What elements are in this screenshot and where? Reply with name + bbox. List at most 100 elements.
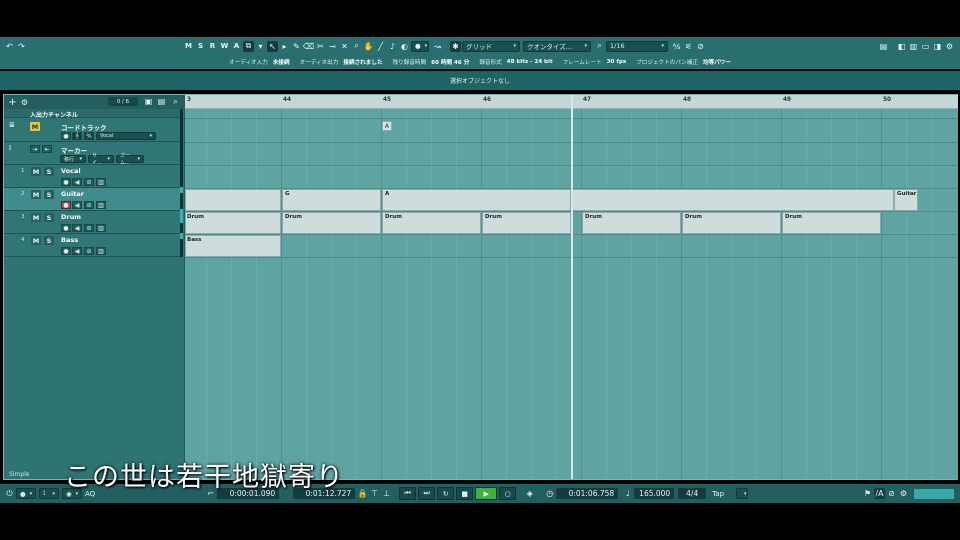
project-cursor[interactable] (571, 95, 573, 479)
track-guitar[interactable]: 𝍗 2 M S Guitar ● ◀ ⊘ ▥ (4, 188, 180, 211)
marker-add-icon[interactable]: ⇤ (42, 145, 52, 153)
chord-read-icon[interactable]: ● (61, 132, 71, 140)
midi-part-guitar[interactable]: Guitar (894, 189, 918, 211)
track-bass[interactable]: 𝍗 4 M S Bass ● ◀ ⊘ ▥ (4, 234, 180, 257)
edit-instrument-icon[interactable]: ▥ (96, 201, 106, 209)
input-dropdown[interactable]: ⟟ ▾ (39, 488, 59, 499)
midi-part-drum[interactable]: Drum (282, 212, 381, 234)
monitor-icon[interactable]: ◀ (72, 201, 82, 209)
audio-input-value[interactable]: 未接続 (273, 58, 290, 66)
play-tool-icon[interactable]: ♪ (387, 41, 398, 52)
disable-icon[interactable]: ⊘ (886, 488, 897, 499)
marker-cycle-icon[interactable]: ⇥ (30, 145, 40, 153)
stop-button[interactable]: ■ (456, 487, 473, 500)
visibility-icon[interactable]: ▣ (143, 96, 154, 107)
chord-voicing-icon[interactable]: 𝄞 (72, 132, 82, 140)
mute-button[interactable]: M (31, 190, 41, 199)
lock-icon[interactable]: 🔒 (357, 488, 368, 499)
track-name[interactable]: Vocal (61, 167, 81, 175)
midi-part-drum[interactable]: Drum (682, 212, 781, 234)
chord-mute-button[interactable]: M (30, 122, 40, 131)
monitor-icon[interactable]: ◀ (72, 178, 82, 186)
track-vocal[interactable]: 𝍗 1 M S Vocal ● ◀ ⊘ ▥ (4, 165, 180, 188)
track-list-menu-icon[interactable]: ▤ (156, 96, 167, 107)
signature-display[interactable]: 4/4 (678, 488, 706, 499)
record-format-value[interactable]: 48 kHz - 24 bit (507, 59, 553, 65)
mute-tool-icon[interactable]: ✕ (339, 41, 350, 52)
record-enable-icon[interactable]: ● (61, 201, 71, 209)
midi-part-guitar[interactable]: A (382, 189, 571, 211)
performance-dropdown[interactable]: ● ▾ (16, 488, 36, 499)
snap-icon[interactable]: ✱ (450, 41, 461, 52)
redo-icon[interactable]: ↷ (16, 41, 27, 52)
write-all-button[interactable]: W (219, 40, 230, 52)
monitor-icon[interactable]: ◀ (72, 247, 82, 255)
track-drum[interactable]: 𝍗 3 M S Drum ● ◀ ⊘ ▥ (4, 211, 180, 234)
solo-all-button[interactable]: S (195, 40, 206, 52)
record-enable-icon[interactable]: ● (61, 247, 71, 255)
punch-out-icon[interactable]: ⊥ (381, 488, 392, 499)
read-automation-icon[interactable]: ⊘ (84, 224, 94, 232)
right-zone-icon[interactable]: ◨ (932, 41, 943, 52)
key-editor-icon[interactable]: /A (874, 488, 885, 499)
chord-track[interactable]: ≣ M コードトラック ● 𝄞 % Vocal ▾ (4, 118, 180, 142)
constrain-delay-icon[interactable]: ⧉ (243, 41, 254, 52)
bottom-zone-icon[interactable]: ▭ (920, 41, 931, 52)
automation-button[interactable]: A (231, 40, 242, 52)
tempo-display[interactable]: 165.000 (634, 488, 674, 499)
mute-button[interactable]: M (31, 213, 41, 222)
marker-zoom-dropdown[interactable]: ズーム... ▾ (116, 155, 144, 163)
lower-zone-icon[interactable]: ▥ (908, 41, 919, 52)
midi-part-drum[interactable]: Drum (382, 212, 481, 234)
time-format-icon[interactable]: ◷ (544, 488, 555, 499)
line-tool-icon[interactable]: ╱ (375, 41, 386, 52)
left-zone-icon[interactable]: ◧ (896, 41, 907, 52)
marker-cycle-dropdown[interactable]: サイ... ▾ (88, 155, 114, 163)
mute-button[interactable]: M (31, 167, 41, 176)
play-button[interactable]: ▶ (475, 487, 497, 500)
read-all-button[interactable]: R (207, 40, 218, 52)
edit-instrument-icon[interactable]: ▥ (96, 178, 106, 186)
tempo-mode-dropdown[interactable]: ▾ (736, 488, 748, 499)
split-tool-icon[interactable]: ✂ (315, 41, 326, 52)
monitor-icon[interactable]: ◀ (72, 224, 82, 232)
quantize-search-icon[interactable]: ⌕ (594, 41, 605, 52)
midi-part-drum[interactable]: Drum (582, 212, 681, 234)
range-tool-icon[interactable]: ▸ (279, 41, 290, 52)
track-search-icon[interactable]: ⌕ (170, 96, 181, 107)
follow-icon[interactable]: ◈ (524, 488, 535, 499)
track-name[interactable]: Guitar (61, 190, 84, 198)
solo-button[interactable]: S (44, 167, 54, 176)
color-dropdown[interactable]: ● ▾ (411, 41, 429, 52)
dropdown-icon[interactable]: ▾ (255, 41, 266, 52)
record-enable-icon[interactable]: ● (61, 178, 71, 186)
add-track-icon[interactable]: + (7, 97, 18, 108)
read-automation-icon[interactable]: ⊘ (84, 201, 94, 209)
settings-gear-icon[interactable]: ⚙ (944, 41, 955, 52)
track-preset-icon[interactable]: ⚙ (19, 97, 30, 108)
autoscroll-icon[interactable]: ↝ (432, 41, 443, 52)
midi-part-guitar[interactable] (572, 189, 894, 211)
midi-part-bass[interactable]: Bass (185, 235, 281, 257)
midi-part-drum[interactable]: Drum (482, 212, 571, 234)
erase-tool-icon[interactable]: ⌫ (303, 41, 314, 52)
solo-button[interactable]: S (44, 190, 54, 199)
speaker-tool-icon[interactable]: ◐ (399, 41, 410, 52)
glue-tool-icon[interactable]: ⊸ (327, 41, 338, 52)
activate-project-icon[interactable]: ⏻ (4, 488, 15, 499)
record-time-value[interactable]: 60 時間 46 分 (431, 58, 469, 66)
edit-instrument-icon[interactable]: ▥ (96, 247, 106, 255)
frame-rate-value[interactable]: 30 fps (607, 59, 627, 65)
midi-part-guitar[interactable]: G (282, 189, 381, 211)
midi-part-guitar[interactable] (185, 189, 281, 211)
mute-all-button[interactable]: M (183, 40, 194, 52)
midi-part-drum[interactable]: Drum (185, 212, 281, 234)
chord-instrument-dropdown[interactable]: Vocal ▾ (96, 132, 156, 140)
chord-event[interactable]: A (382, 121, 392, 131)
io-channel-row[interactable]: 入出力チャンネル (4, 109, 180, 118)
undo-icon[interactable]: ↶ (4, 41, 15, 52)
iterative-quantize-icon[interactable]: ⅍ (671, 41, 682, 52)
marker-locate-dropdown[interactable]: 移行 ▾ (60, 155, 86, 163)
tap-tempo-button[interactable]: Tap (712, 490, 724, 498)
metronome-icon[interactable]: ♩ (622, 488, 633, 499)
